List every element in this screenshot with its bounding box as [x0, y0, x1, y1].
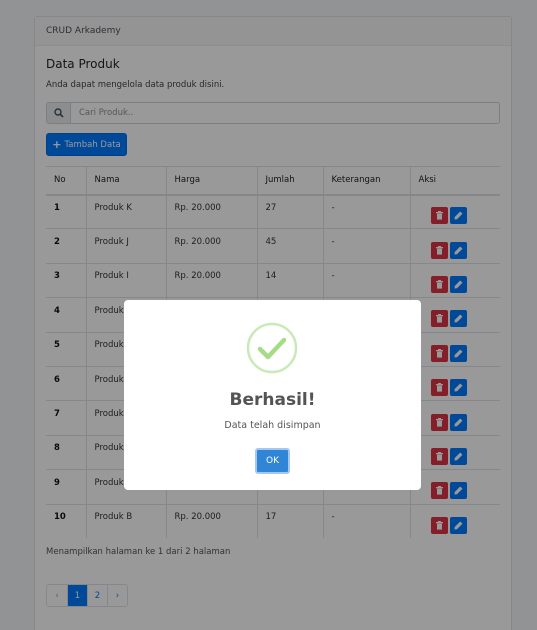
dialog-message: Data telah disimpan [224, 420, 321, 431]
dialog-title: Berhasil! [229, 390, 316, 410]
modal-backdrop[interactable]: Berhasil! Data telah disimpan OK [0, 0, 537, 630]
check-icon [246, 322, 298, 374]
ok-button[interactable]: OK [255, 448, 290, 474]
success-dialog: Berhasil! Data telah disimpan OK [124, 300, 421, 490]
